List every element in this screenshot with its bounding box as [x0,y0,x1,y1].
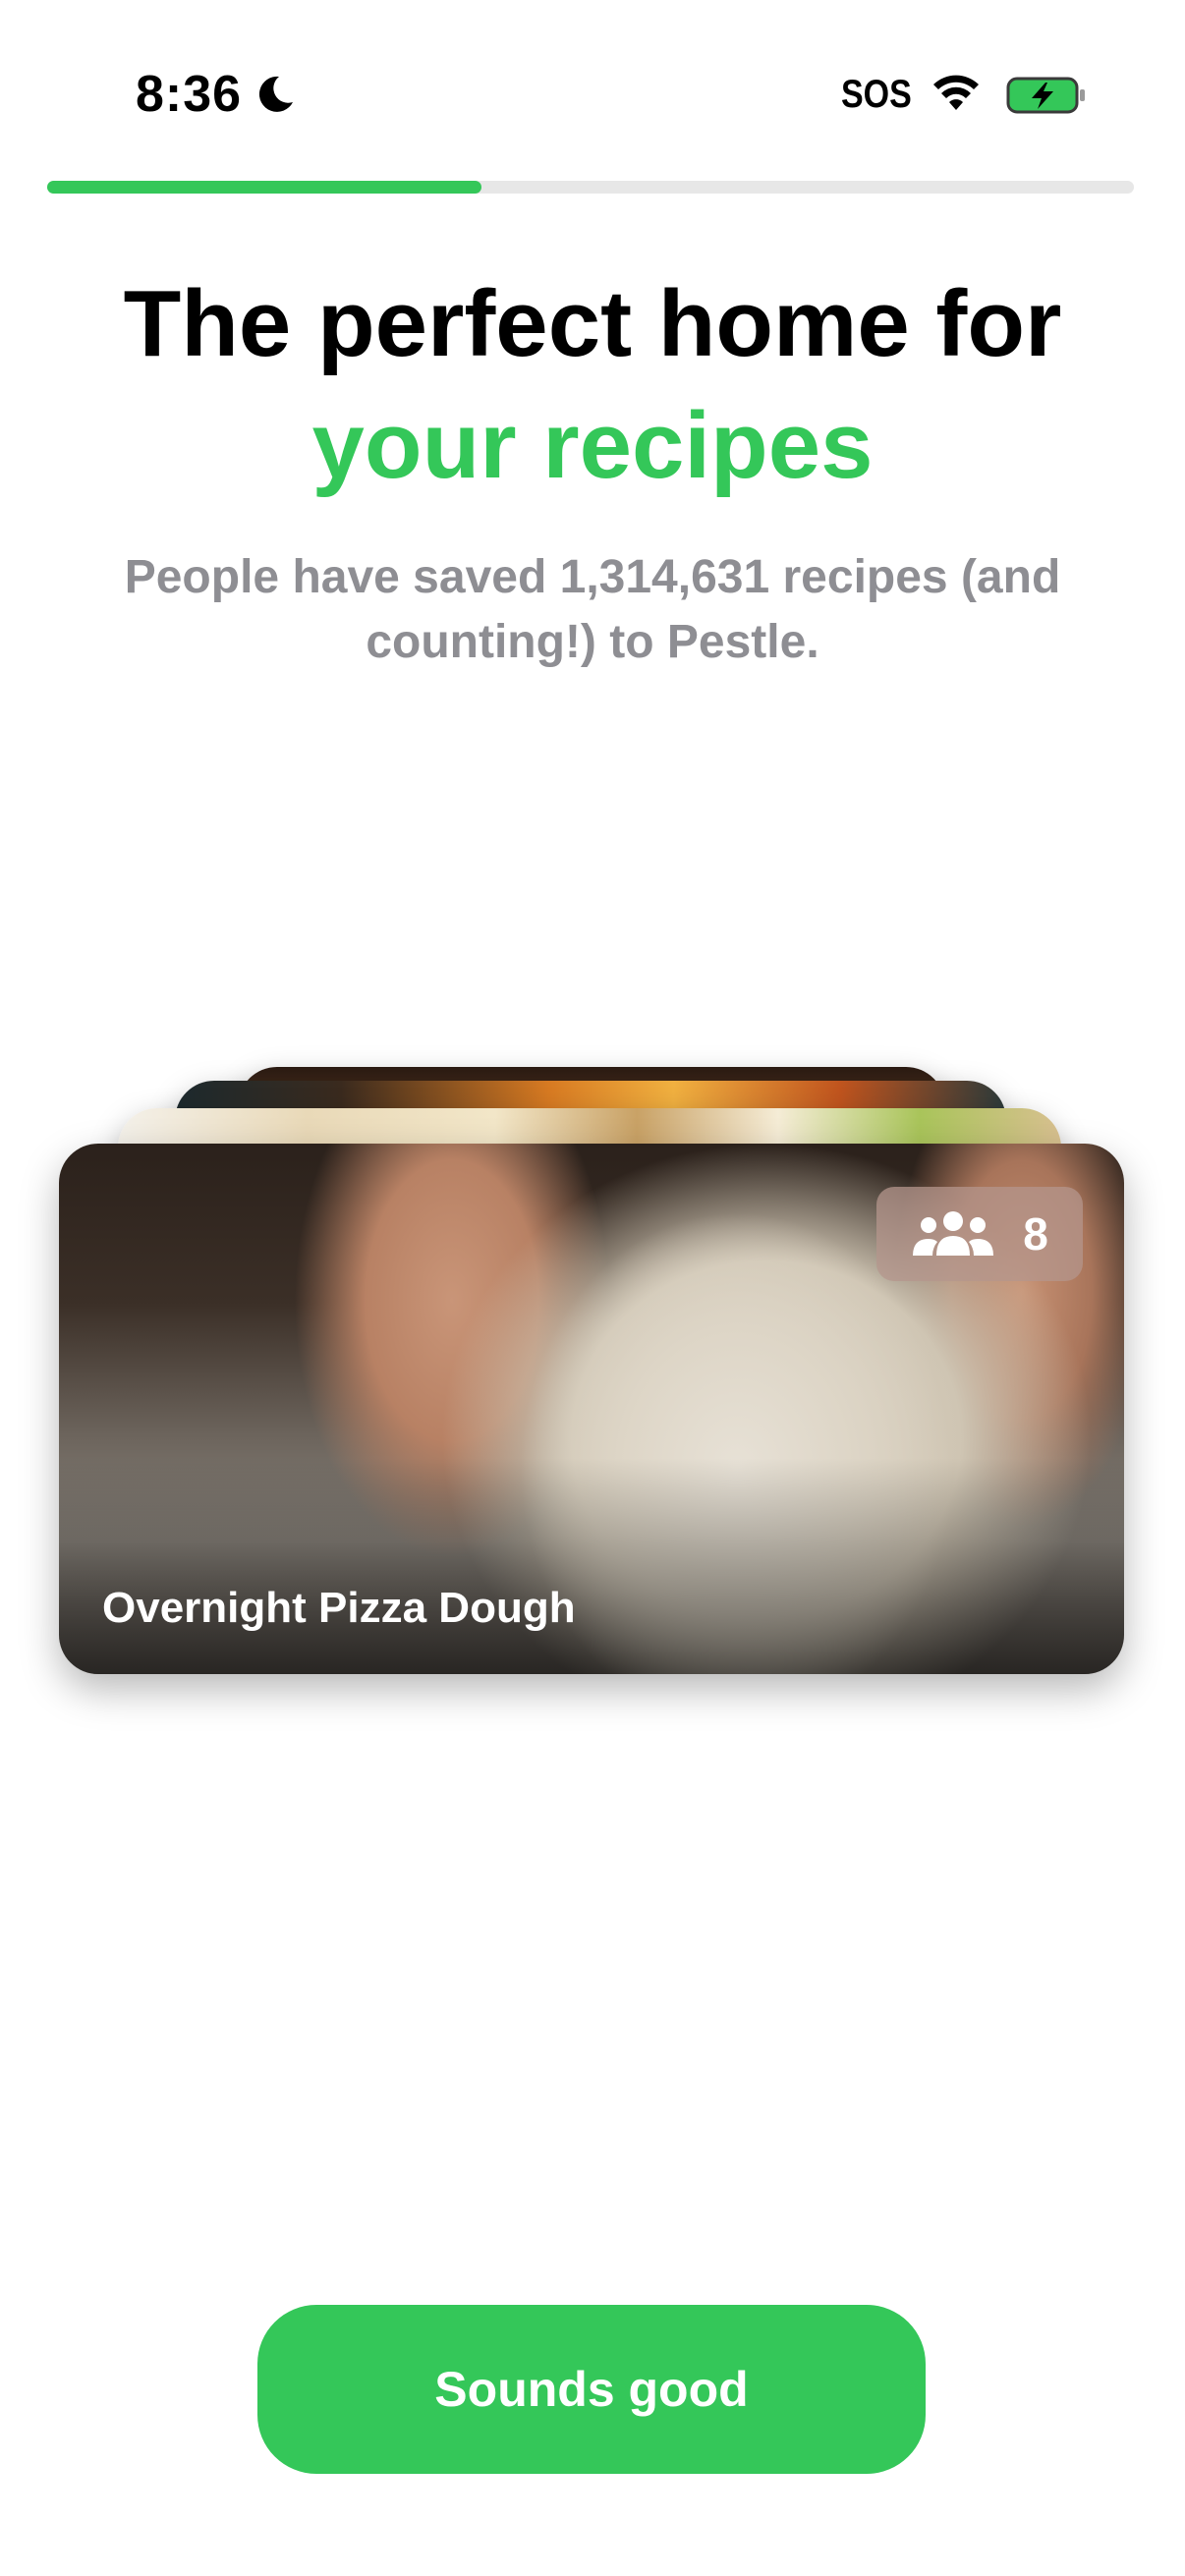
servings-count: 8 [1023,1208,1048,1260]
recipe-card[interactable]: 8 Overnight Pizza Dough [59,1144,1124,1674]
recipe-title: Overnight Pizza Dough [102,1584,576,1632]
onboarding-progress-bar [47,181,1134,194]
progress-fill [47,181,482,194]
page-title: The perfect home for your recipes [0,263,1185,507]
title-line-2-accent: your recipes [311,393,874,498]
title-line-1: The perfect home for [123,271,1062,376]
servings-badge: 8 [876,1187,1083,1281]
subtitle: People have saved 1,314,631 recipes (and… [124,551,1061,668]
moon-icon [258,76,293,112]
status-sos: SOS [841,73,912,116]
status-time: 8:36 [136,66,243,123]
sounds-good-button[interactable]: Sounds good [257,2305,926,2474]
status-bar: 8:36 SOS [0,0,1185,157]
recipe-card-shade [59,1458,1124,1674]
battery-charging-icon [1006,77,1085,114]
people-icon [913,1211,994,1256]
onboarding-screen: 8:36 SOS The perfect home for your recip… [0,0,1185,2576]
wifi-icon [933,75,979,110]
